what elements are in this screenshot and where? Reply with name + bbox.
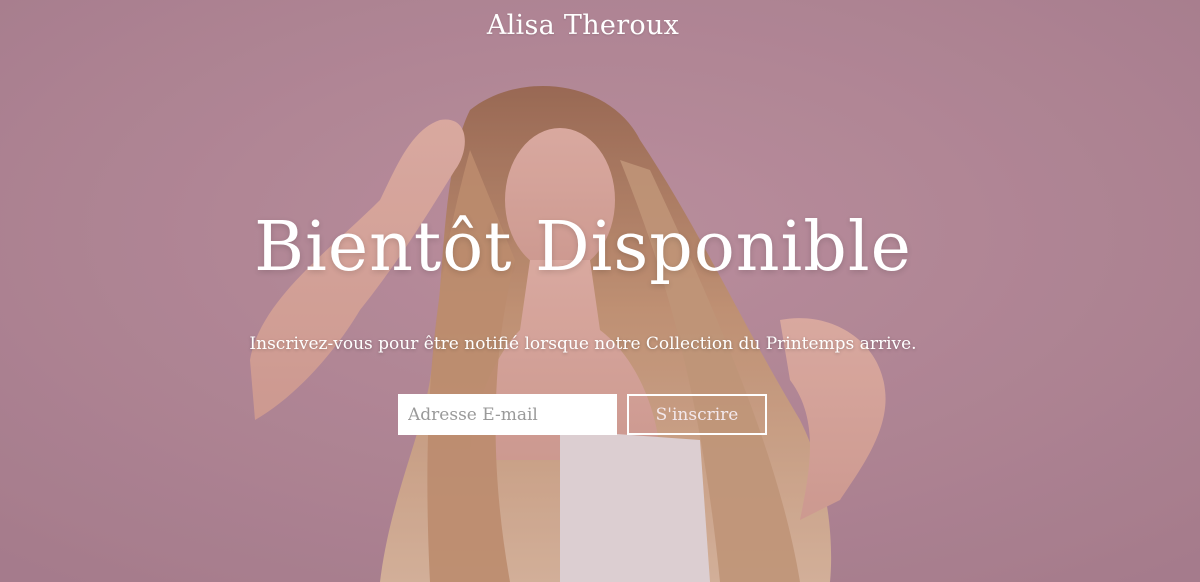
hero-tint-overlay (0, 0, 1200, 582)
hero-section: Alisa Theroux Bientôt Disponible Inscriv… (0, 0, 1200, 582)
subscribe-button[interactable]: S'inscrire (627, 394, 767, 435)
brand-name[interactable]: Alisa Theroux (0, 10, 1166, 41)
email-input[interactable] (398, 394, 617, 435)
signup-form: S'inscrire (398, 394, 767, 435)
hero-subline: Inscrivez-vous pour être notifié lorsque… (249, 334, 917, 354)
hero-headline: Bientôt Disponible (254, 208, 912, 287)
